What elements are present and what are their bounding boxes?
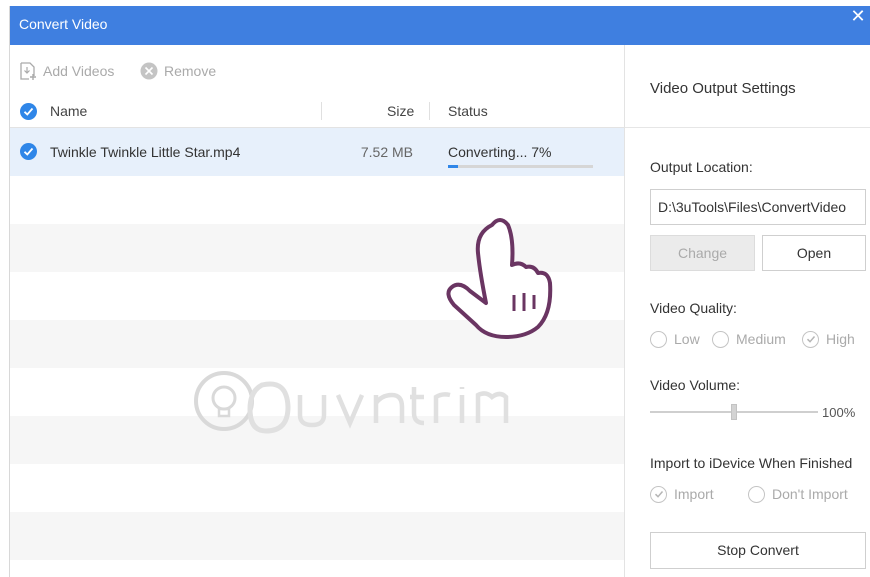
- import-option-label: Import: [674, 486, 714, 502]
- file-name: Twinkle Twinkle Little Star.mp4: [50, 144, 241, 160]
- video-list-panel: Add Videos Remove Name Size Status Twink…: [10, 45, 624, 577]
- open-button[interactable]: Open: [762, 235, 866, 271]
- change-button[interactable]: Change: [650, 235, 755, 271]
- column-header-size[interactable]: Size: [387, 103, 414, 119]
- pointing-hand-icon: [446, 218, 553, 339]
- checkmark-icon: [23, 107, 34, 116]
- quality-high-radio[interactable]: High: [802, 329, 855, 349]
- output-location-label: Output Location:: [650, 159, 753, 175]
- column-header-name[interactable]: Name: [50, 103, 87, 119]
- add-videos-label: Add Videos: [43, 63, 115, 79]
- radio-circle-checked: [802, 330, 819, 348]
- quality-low-radio[interactable]: Low: [650, 329, 700, 349]
- empty-row: [10, 560, 624, 577]
- title-bar: Convert Video: [10, 6, 870, 45]
- file-size: 7.52 MB: [360, 144, 413, 160]
- column-divider: [321, 102, 322, 120]
- quality-high-label: High: [826, 331, 855, 347]
- empty-row: [10, 512, 624, 560]
- table-row[interactable]: Twinkle Twinkle Little Star.mp4 7.52 MB …: [10, 128, 624, 176]
- dont-import-radio[interactable]: Don't Import: [748, 484, 848, 504]
- close-icon[interactable]: ✕: [846, 6, 870, 26]
- video-volume-label: Video Volume:: [650, 377, 741, 393]
- toolbar: Add Videos Remove: [10, 45, 624, 95]
- quality-medium-label: Medium: [736, 331, 786, 347]
- table-header: Name Size Status: [10, 95, 624, 128]
- select-all-checkbox[interactable]: [20, 103, 37, 120]
- volume-slider-thumb[interactable]: [731, 404, 737, 420]
- volume-value: 100%: [822, 405, 856, 420]
- remove-button[interactable]: Remove: [139, 61, 216, 81]
- video-quality-label: Video Quality:: [650, 300, 737, 316]
- import-label: Import to iDevice When Finished: [650, 455, 853, 471]
- import-radio[interactable]: Import: [650, 484, 714, 504]
- radio-circle: [712, 330, 729, 348]
- column-header-status[interactable]: Status: [448, 103, 488, 119]
- dont-import-option-label: Don't Import: [772, 486, 848, 502]
- row-checkbox[interactable]: [20, 143, 37, 160]
- conversion-progress-bar: [448, 165, 593, 168]
- settings-title: Video Output Settings: [650, 80, 796, 97]
- progress-fill: [448, 165, 459, 168]
- radio-circle-checked: [650, 485, 667, 503]
- quality-medium-radio[interactable]: Medium: [712, 329, 786, 349]
- stop-convert-button[interactable]: Stop Convert: [650, 532, 866, 569]
- empty-row: [10, 464, 624, 512]
- checkmark-icon: [23, 147, 34, 156]
- column-divider: [429, 102, 430, 120]
- output-settings-panel: Video Output Settings Output Location: D…: [624, 45, 870, 577]
- checkmark-icon: [654, 491, 663, 498]
- watermark-logo: [194, 371, 509, 434]
- window-title: Convert Video: [19, 16, 108, 32]
- checkmark-icon: [806, 336, 815, 343]
- output-location-field[interactable]: D:\3uTools\Files\ConvertVideo: [650, 189, 866, 225]
- convert-video-window: Convert Video Add Videos Remove Name Siz…: [9, 6, 870, 577]
- radio-circle: [650, 330, 667, 348]
- remove-label: Remove: [164, 63, 217, 79]
- add-file-icon: [20, 62, 36, 80]
- remove-icon: [140, 62, 158, 80]
- add-videos-button[interactable]: Add Videos: [18, 61, 114, 81]
- settings-header: Video Output Settings: [625, 45, 870, 128]
- radio-circle: [748, 485, 765, 503]
- quality-low-label: Low: [674, 331, 700, 347]
- conversion-status: Converting... 7%: [448, 144, 552, 160]
